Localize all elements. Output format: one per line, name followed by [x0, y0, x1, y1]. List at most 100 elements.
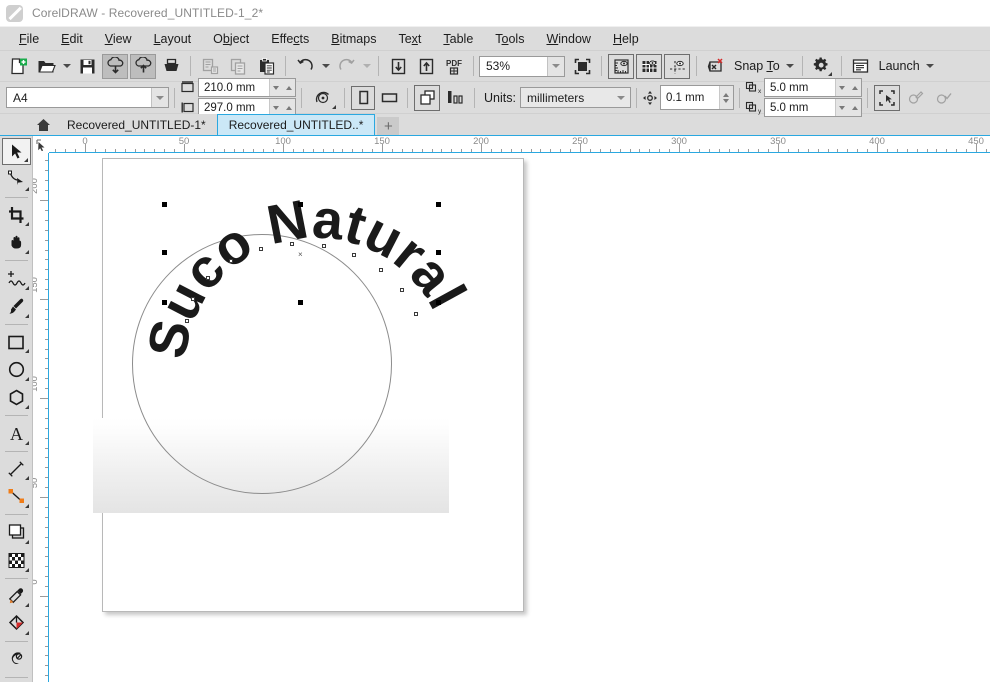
zoom-level-combo[interactable]: 53% — [479, 55, 565, 77]
duplicate-y-field[interactable]: 5.0 mm — [763, 98, 862, 117]
ruler-tick-minor — [45, 289, 48, 291]
import-file-button[interactable] — [385, 54, 411, 79]
ruler-tick-minor — [312, 149, 314, 152]
paste-button[interactable] — [253, 54, 279, 79]
color-eyedropper-tool[interactable] — [2, 583, 31, 610]
export-file-button[interactable] — [413, 54, 439, 79]
drop-shadow-tool[interactable] — [2, 519, 31, 546]
connector-tool[interactable] — [2, 483, 31, 510]
ruler-origin-button[interactable] — [33, 136, 49, 153]
nudge-offset-stepper[interactable] — [718, 86, 733, 109]
launch-chevron-down-icon[interactable] — [924, 54, 937, 79]
menu-layout[interactable]: Layout — [143, 27, 203, 51]
toolbar-separator-1 — [190, 56, 191, 76]
pick-tool[interactable] — [1, 138, 31, 165]
current-page-button[interactable] — [442, 85, 468, 111]
drawing-scale-button[interactable] — [308, 84, 338, 111]
page-preset-chevron-down-icon[interactable] — [151, 88, 168, 107]
menu-tools[interactable]: Tools — [484, 27, 535, 51]
menu-edit[interactable]: Edit — [50, 27, 94, 51]
open-dropdown-chevron-down-icon[interactable] — [60, 54, 73, 79]
menu-effects[interactable]: Effects — [260, 27, 320, 51]
menu-table[interactable]: Table — [432, 27, 484, 51]
artistic-media-tool[interactable] — [2, 293, 31, 320]
units-chevron-down-icon[interactable] — [612, 88, 630, 107]
duplicate-y-stepper[interactable] — [834, 99, 861, 116]
menu-file[interactable]: File — [8, 27, 50, 51]
new-document-tab-button[interactable]: + — [377, 117, 400, 135]
text-tool[interactable]: A — [2, 420, 31, 447]
nudge-offset-field[interactable]: 0.1 mm — [659, 85, 734, 110]
snap-to-label[interactable]: Snap To — [730, 59, 784, 73]
drawing-canvas[interactable]: Suco Natural × — [50, 154, 990, 682]
document-tab-1-label: Recovered_UNTITLED..* — [228, 118, 364, 132]
circle-path-object[interactable] — [132, 234, 392, 494]
cut-button[interactable] — [197, 54, 223, 79]
snap-options-button[interactable] — [873, 84, 900, 111]
show-grid-button[interactable] — [636, 53, 662, 79]
vertical-ruler[interactable]: 200 150 100 50 0 — [33, 153, 49, 682]
save-button[interactable] — [74, 54, 100, 79]
publish-pdf-button[interactable]: PDF — [441, 54, 467, 79]
menu-bitmaps[interactable]: Bitmaps — [320, 27, 387, 51]
launch-label[interactable]: Launch — [875, 59, 924, 73]
undo-dropdown-chevron-down-icon[interactable] — [319, 54, 332, 79]
menu-window[interactable]: Window — [535, 27, 601, 51]
ruler-tick-minor — [45, 477, 48, 479]
ruler-label: 300 — [671, 136, 687, 147]
menu-help[interactable]: Help — [602, 27, 650, 51]
export-button[interactable] — [130, 53, 156, 79]
full-screen-preview-button[interactable] — [569, 54, 595, 79]
page-orientation-landscape-button[interactable] — [377, 86, 401, 110]
ruler-tick-minor — [372, 149, 374, 152]
document-tab-1[interactable]: Recovered_UNTITLED..* — [216, 114, 376, 135]
rectangle-icon — [7, 335, 24, 349]
home-tab-button[interactable] — [30, 114, 56, 135]
import-button[interactable] — [102, 53, 128, 79]
page-width-field[interactable]: 210.0 mm — [198, 78, 296, 97]
crop-tool[interactable] — [2, 202, 31, 229]
menu-text[interactable]: Text — [387, 27, 432, 51]
drop-shadow-icon — [8, 524, 24, 539]
copy-button[interactable] — [225, 54, 251, 79]
title-bar: CorelDRAW - Recovered_UNTITLED-1_2* — [0, 0, 990, 27]
rectangle-tool[interactable] — [2, 329, 31, 356]
new-document-button[interactable] — [5, 54, 31, 79]
zoom-level-chevron-down-icon[interactable] — [547, 56, 564, 76]
ellipse-tool[interactable] — [2, 356, 31, 383]
edit-document-button[interactable] — [902, 85, 928, 111]
polygon-tool[interactable] — [2, 384, 31, 411]
horizontal-ruler[interactable]: 0 50 100 150 200 250 300 350 400 450 — [33, 136, 990, 153]
show-rulers-button[interactable] — [608, 53, 634, 79]
dimension-tool[interactable] — [2, 456, 31, 483]
redo-dropdown-chevron-down-icon[interactable] — [360, 54, 373, 79]
all-pages-button[interactable] — [414, 84, 440, 111]
snap-to-chevron-down-icon[interactable] — [784, 54, 797, 79]
launch-button[interactable] — [848, 54, 874, 79]
shape-tool[interactable] — [2, 166, 31, 193]
transparency-tool[interactable] — [2, 547, 31, 574]
open-document-button[interactable] — [33, 54, 59, 79]
options-button[interactable] — [809, 54, 835, 79]
freehand-tool[interactable] — [2, 265, 31, 292]
units-combo[interactable]: millimeters — [519, 87, 631, 108]
print-button[interactable] — [158, 54, 184, 79]
menu-object[interactable]: Object — [202, 27, 260, 51]
document-tab-0[interactable]: Recovered_UNTITLED-1* — [56, 114, 217, 135]
page-preset-combo[interactable]: A4 — [6, 87, 169, 108]
toolbar-separator-7 — [801, 56, 803, 76]
menu-view[interactable]: View — [94, 27, 143, 51]
show-guidelines-button[interactable] — [664, 53, 690, 79]
ruler-tick-minor — [550, 149, 552, 152]
page-width-stepper[interactable] — [269, 79, 295, 96]
smart-fill-tool[interactable] — [2, 646, 31, 673]
duplicate-x-field[interactable]: 5.0 mm — [763, 78, 862, 97]
redo-button[interactable] — [333, 54, 359, 79]
view-no-clip-button[interactable] — [703, 54, 729, 79]
duplicate-x-stepper[interactable] — [834, 79, 861, 96]
pan-tool[interactable] — [2, 229, 31, 256]
interactive-fill-tool[interactable] — [2, 610, 31, 637]
accept-document-button[interactable] — [930, 85, 956, 111]
undo-button[interactable] — [292, 54, 318, 79]
page-orientation-portrait-button[interactable] — [351, 85, 375, 110]
